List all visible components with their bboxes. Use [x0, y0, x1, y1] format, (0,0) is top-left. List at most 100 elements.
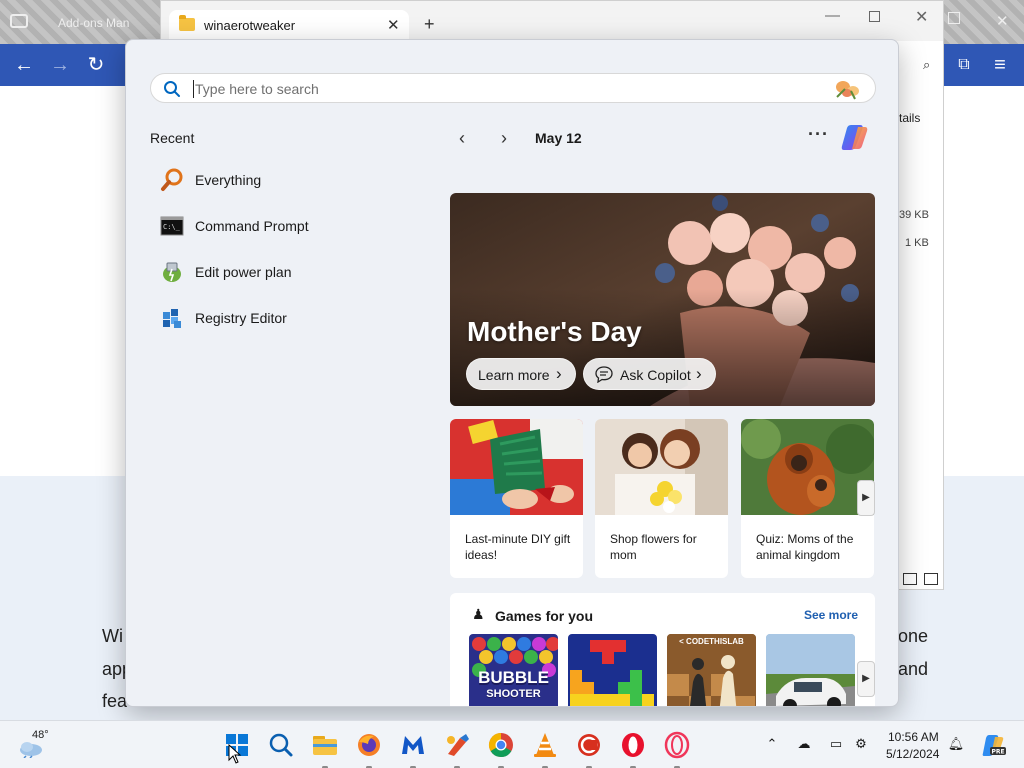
firefox-icon [358, 734, 380, 756]
notification-bell-icon[interactable]: 🔔︎ [947, 736, 965, 754]
card-quiz-moms-animal-kingdom[interactable]: Quiz: Moms of the animal kingdom [741, 419, 874, 578]
explorer-tab-title: winaerotweaker [204, 18, 296, 33]
card-diy-gift-ideas[interactable]: Last-minute DIY gift ideas! [450, 419, 583, 578]
taskbar-ccleaner[interactable] [574, 730, 604, 768]
vlc-icon [534, 733, 556, 757]
search-icon [269, 733, 293, 757]
taskbar-file-explorer[interactable] [310, 730, 340, 768]
ccleaner-icon [578, 734, 600, 756]
recent-item-everything[interactable]: Everything [150, 160, 430, 200]
taskbar-malwarebytes[interactable] [398, 730, 428, 768]
reload-icon[interactable]: ↻ [84, 53, 108, 77]
game-chess[interactable]: < CODETHISLAB [667, 634, 756, 706]
mothers-day-hero[interactable]: Mother's Day Learn more › Ask Copilot › [450, 193, 875, 406]
new-tab-icon[interactable]: + [424, 14, 435, 35]
recent-item-registry-editor[interactable]: Registry Editor [150, 298, 430, 338]
more-options-button[interactable]: ··· [808, 124, 829, 145]
ask-copilot-label: Ask Copilot [620, 367, 691, 383]
folder-icon [179, 15, 195, 31]
hero-title: Mother's Day [467, 316, 642, 347]
details-label[interactable]: tails [899, 111, 920, 125]
article-text-line: and [898, 659, 929, 679]
cards-next-arrow-icon[interactable]: ▶ [857, 480, 875, 516]
recent-item-label: Edit power plan [195, 264, 292, 280]
command-prompt-icon: C:\_ [160, 216, 184, 236]
learn-more-button[interactable]: Learn more › [466, 358, 576, 390]
file-size: 39 KB [899, 209, 929, 221]
recent-item-label: Registry Editor [195, 310, 287, 326]
taskbar-vlc[interactable] [530, 730, 560, 768]
text-caret [193, 80, 194, 98]
card-caption: Last-minute DIY gift ideas! [465, 532, 571, 562]
recent-item-command-prompt[interactable]: C:\_ Command Prompt [150, 206, 430, 246]
details-view-icon[interactable] [903, 573, 917, 585]
ask-copilot-button[interactable]: Ask Copilot › [583, 358, 716, 390]
taskbar: 48° ⌃ ☁ ▭ ⚙ 10:56 AM 5/12/2024 🔔︎ PRE [0, 720, 1024, 768]
copilot-preview-icon[interactable]: PRE [980, 733, 1006, 757]
diy-gift-image [450, 419, 583, 515]
file-explorer-icon [313, 736, 337, 755]
registry-editor-icon [163, 309, 181, 328]
recent-item-label: Everything [195, 172, 262, 188]
start-menu: Recent Everything C:\_ Command Prompt Ed… [125, 39, 899, 707]
power-plan-icon [163, 262, 181, 282]
game-block-puzzle[interactable] [568, 634, 657, 706]
tiles-view-icon[interactable] [924, 573, 938, 585]
show-hidden-icons-chevron-icon[interactable]: ⌃ [763, 736, 781, 754]
menu-icon[interactable]: ≡ [988, 53, 1012, 77]
game-car-racing[interactable] [766, 634, 855, 706]
background-tab-label[interactable]: Add-ons Man [58, 16, 129, 30]
search-icon[interactable]: ⌕ [923, 57, 930, 73]
article-text-line: one [898, 626, 929, 646]
next-day-chevron-icon[interactable]: › [501, 128, 507, 149]
taskbar-chrome[interactable] [486, 730, 516, 768]
game-publisher-label: < CODETHISLAB [679, 637, 744, 646]
winaero-tweaker-icon [447, 734, 469, 756]
explorer-tab[interactable]: winaerotweaker ✕ [169, 10, 409, 40]
close-window-icon[interactable]: ✕ [915, 7, 928, 27]
maximize-icon[interactable] [869, 11, 880, 22]
chat-bubble-icon [595, 366, 613, 383]
card-shop-flowers[interactable]: Shop flowers for mom [595, 419, 728, 578]
taskbar-opera[interactable] [618, 730, 648, 768]
extensions-icon[interactable]: ⧉ [952, 53, 976, 77]
card-caption: Shop flowers for mom [610, 532, 697, 562]
chess-pieces-icon: ♟ [472, 606, 485, 622]
close-tab-icon[interactable]: ✕ [387, 16, 400, 34]
games-next-arrow-icon[interactable]: ▶ [857, 661, 875, 697]
opera-icon [622, 733, 644, 757]
game-title-line: SHOOTER [486, 688, 541, 700]
start-search-box[interactable] [150, 73, 876, 103]
browser-close-icon[interactable]: ✕ [996, 12, 1009, 30]
taskbar-winaero-tweaker[interactable] [442, 730, 472, 768]
display-icon[interactable]: ▭ [827, 736, 845, 754]
mouse-cursor-icon [228, 744, 242, 764]
taskbar-search-button[interactable] [266, 730, 296, 760]
browser-maximize-icon[interactable] [948, 12, 960, 24]
search-highlight-flowers-icon[interactable] [831, 77, 865, 101]
weather-temperature[interactable]: 48° [32, 729, 49, 741]
clock-date[interactable]: 5/12/2024 [886, 747, 939, 761]
taskbar-firefox[interactable] [354, 730, 384, 768]
see-more-link[interactable]: See more [804, 608, 858, 622]
game-bubble-shooter[interactable]: BUBBLE SHOOTER [469, 634, 558, 706]
clock-time[interactable]: 10:56 AM [888, 730, 939, 744]
onedrive-offline-icon[interactable]: ☁ [795, 736, 813, 754]
mother-daughter-flowers-image [595, 419, 728, 515]
copilot-icon[interactable] [838, 122, 870, 152]
network-settings-icon[interactable]: ⚙ [852, 736, 870, 754]
forward-arrow-icon[interactable]: → [48, 53, 72, 77]
games-title: Games for you [495, 608, 594, 624]
search-input[interactable] [195, 78, 795, 100]
file-size: 1 KB [905, 237, 929, 249]
taskbar-opera-gx[interactable] [662, 730, 692, 768]
games-section: ♟ Games for you See more BUBBLE SHOOTER [450, 593, 875, 706]
chrome-icon [488, 733, 513, 758]
minimize-icon[interactable]: — [825, 7, 840, 24]
recent-item-edit-power-plan[interactable]: Edit power plan [150, 252, 430, 292]
previous-day-chevron-icon[interactable]: ‹ [459, 128, 465, 149]
back-arrow-icon[interactable]: ← [12, 53, 36, 77]
search-icon [164, 81, 180, 97]
everything-icon [161, 168, 183, 191]
recent-item-label: Command Prompt [195, 218, 309, 234]
